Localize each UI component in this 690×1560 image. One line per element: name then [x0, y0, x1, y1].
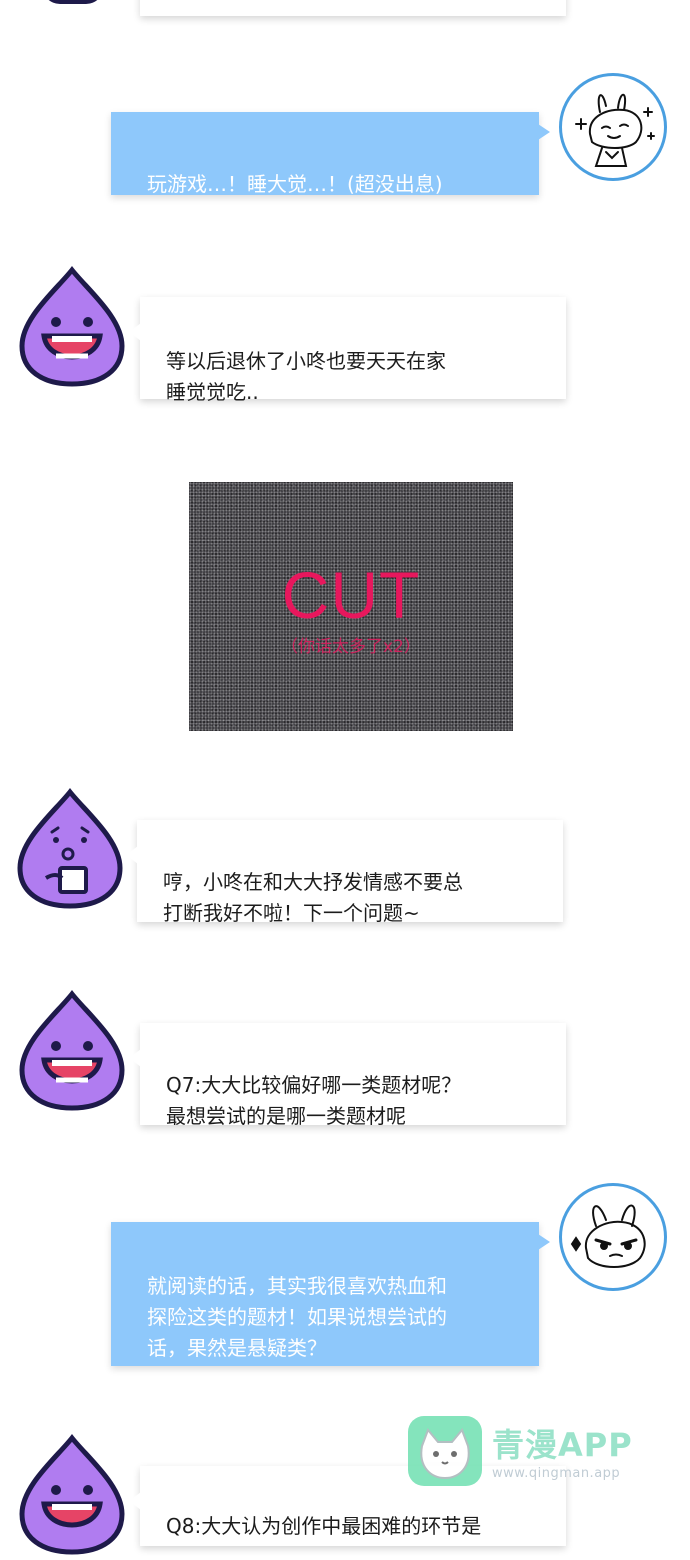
watermark: 青漫APP www.qingman.app [408, 1416, 648, 1490]
message-text: 玩游戏…！睡大觉…！(超没出息) [147, 172, 443, 196]
message-text: Q7:大大比较偏好哪一类题材呢？ 最想尝试的是哪一类题材呢 [166, 1073, 462, 1128]
rabbit-avatar-icon [570, 1204, 646, 1268]
chat-bubble-author: 玩游戏…！睡大觉…！(超没出息) [111, 112, 550, 196]
purple-drop-mascot-icon [19, 989, 125, 1111]
purple-drop-mascot-drinking-icon [17, 787, 123, 909]
purple-drop-mascot-icon [19, 265, 125, 387]
watermark-title: 青漫APP [492, 1426, 633, 1464]
watermark-url: www.qingman.app [492, 1466, 621, 1481]
chat-bubble-mascot: 哼，小咚在和大大抒发情感不要总 打断我好不啦！下一个问题~ [126, 820, 563, 925]
message-text: 就阅读的话，其实我很喜欢热血和 探险这类的题材！如果说想尝试的 话，果然是悬疑类… [147, 1274, 447, 1360]
purple-drop-mascot-icon [19, 1433, 125, 1555]
author-avatar [559, 73, 667, 181]
message-text: Q8:大大认为创作中最困难的环节是 [166, 1514, 482, 1538]
author-avatar [559, 1183, 667, 1291]
cat-logo-icon [408, 1416, 482, 1486]
mascot-avatar [16, 787, 124, 910]
message-text: 等以后退休了小咚也要天天在家 睡觉觉吃.. [166, 349, 446, 404]
cut-title: CUT [281, 558, 421, 632]
cut-panel: CUT （你话太多了x2） [189, 482, 513, 731]
chat-bubble-author: 就阅读的话，其实我很喜欢热血和 探险这类的题材！如果说想尝试的 话，果然是悬疑类… [111, 1222, 550, 1366]
chat-bubble-mascot: Q7:大大比较偏好哪一类题材呢？ 最想尝试的是哪一类题材呢 [129, 1023, 566, 1128]
chat-bubble-mascot: 等以后退休了小咚也要天天在家 睡觉觉吃.. [129, 297, 566, 404]
mascot-avatar [18, 1433, 126, 1556]
cropped-avatar-top [42, 0, 104, 4]
mascot-avatar [18, 265, 126, 388]
message-text: 哼，小咚在和大大抒发情感不要总 打断我好不啦！下一个问题~ [163, 870, 463, 925]
rabbit-avatar-icon [575, 93, 655, 167]
cut-subtitle: （你话太多了x2） [281, 637, 421, 657]
cropped-bubble-top [140, 0, 566, 16]
mascot-avatar [18, 989, 126, 1112]
